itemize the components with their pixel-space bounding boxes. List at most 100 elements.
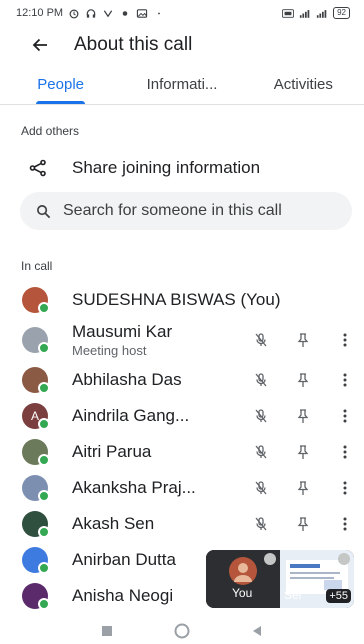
dot-icon (122, 10, 128, 16)
participant-name: Akanksha Praj... (72, 478, 196, 497)
participant-row[interactable]: A Aindrila Gang... (0, 398, 364, 434)
online-indicator (38, 454, 50, 466)
pip-overlay[interactable]: You Ser +55 (206, 550, 354, 608)
arrow-left-icon (32, 38, 47, 52)
tab-activities[interactable]: Activities (243, 70, 364, 104)
mute-button[interactable] (250, 513, 272, 535)
more-vert-icon (343, 517, 347, 531)
system-nav-bar (0, 618, 364, 644)
mic-off-icon (255, 481, 267, 495)
more-options-button[interactable] (334, 441, 356, 463)
participant-name: Aitri Parua (72, 442, 152, 461)
participant-row[interactable]: Mausumi Kar Meeting host (0, 318, 364, 362)
status-time: 12:10 PM (16, 7, 64, 19)
search-input[interactable] (63, 202, 333, 220)
participant-name: SUDESHNA BISWAS (You) (72, 290, 281, 309)
mic-off-icon (264, 553, 276, 565)
more-vert-icon (343, 373, 347, 387)
mute-button[interactable] (250, 441, 272, 463)
home-icon[interactable] (174, 623, 190, 639)
pip-self-label: You (232, 586, 253, 600)
participant-name: Mausumi Kar (72, 322, 173, 341)
mic-off-icon (255, 373, 267, 387)
avatar (22, 475, 50, 502)
online-indicator (38, 598, 50, 610)
pin-button[interactable] (292, 329, 314, 351)
mute-button[interactable] (250, 369, 272, 391)
search-icon (37, 204, 51, 218)
status-left: 12:10 PM (16, 7, 165, 19)
participant-row[interactable]: Akanksha Praj... (0, 470, 364, 506)
mute-button[interactable] (250, 405, 272, 427)
mic-off-icon (255, 409, 267, 423)
gallery-icon (136, 8, 148, 18)
alarm-icon (69, 9, 79, 18)
in-call-label: In call (21, 259, 53, 273)
more-options-button[interactable] (334, 369, 356, 391)
pin-button[interactable] (292, 477, 314, 499)
participant-row[interactable]: SUDESHNA BISWAS (You) (0, 282, 364, 318)
online-indicator (38, 526, 50, 538)
pip-presentation-tile[interactable]: Ser +55 (280, 550, 354, 608)
pin-button[interactable] (292, 441, 314, 463)
avatar (22, 439, 50, 466)
pip-self-tile[interactable]: You (206, 550, 280, 608)
mic-off-icon (255, 445, 267, 459)
volte-icon (282, 8, 295, 18)
status-bar: 12:10 PM 92 (0, 0, 364, 26)
mic-off-icon (255, 517, 267, 531)
more-vert-icon (343, 445, 347, 459)
pin-icon (297, 333, 309, 347)
online-indicator (38, 342, 50, 354)
pip-presenter-label: Ser (284, 588, 303, 602)
avatar (22, 511, 50, 538)
pin-button[interactable] (292, 369, 314, 391)
participant-row[interactable]: Akash Sen (0, 506, 364, 542)
online-indicator (38, 562, 50, 574)
mute-button[interactable] (250, 477, 272, 499)
pin-button[interactable] (292, 405, 314, 427)
participant-name: Abhilasha Das (72, 370, 182, 389)
more-options-button[interactable] (334, 405, 356, 427)
more-options-button[interactable] (334, 477, 356, 499)
pin-icon (297, 409, 309, 423)
add-others-label: Add others (21, 124, 80, 138)
participant-name: Aindrila Gang... (72, 406, 190, 425)
status-right: 92 (282, 7, 350, 19)
tab-bar: People Informati... Activities (0, 70, 364, 105)
participant-actions (230, 329, 356, 351)
participant-role: Meeting host (72, 343, 147, 358)
participant-row[interactable]: Abhilasha Das (0, 362, 364, 398)
more-vert-icon (343, 409, 347, 423)
self-avatar-icon (229, 557, 257, 585)
back-nav-icon[interactable] (251, 625, 263, 637)
avatar: A (22, 403, 50, 430)
avatar (22, 327, 50, 354)
more-notifications-icon (158, 12, 161, 14)
share-icon (29, 159, 46, 177)
more-vert-icon (343, 481, 347, 495)
back-button[interactable] (20, 28, 60, 62)
online-indicator (38, 490, 50, 502)
share-joining-info-button[interactable]: Share joining information (0, 152, 364, 184)
pip-participant-count: +55 (326, 589, 351, 603)
pin-icon (297, 445, 309, 459)
recents-icon[interactable] (101, 625, 113, 637)
tab-people[interactable]: People (0, 70, 121, 104)
pin-button[interactable] (292, 513, 314, 535)
headset-icon (86, 8, 96, 18)
more-options-button[interactable] (334, 513, 356, 535)
search-box[interactable] (20, 192, 352, 230)
mute-button[interactable] (250, 329, 272, 351)
signal-icon-2 (316, 9, 327, 18)
participant-actions (230, 477, 356, 499)
pin-icon (297, 481, 309, 495)
participant-actions (230, 369, 356, 391)
avatar (22, 547, 50, 574)
tab-information[interactable]: Informati... (121, 70, 242, 104)
participant-actions (230, 513, 356, 535)
more-options-button[interactable] (334, 329, 356, 351)
participant-actions (230, 441, 356, 463)
participant-actions (230, 405, 356, 427)
participant-row[interactable]: Aitri Parua (0, 434, 364, 470)
